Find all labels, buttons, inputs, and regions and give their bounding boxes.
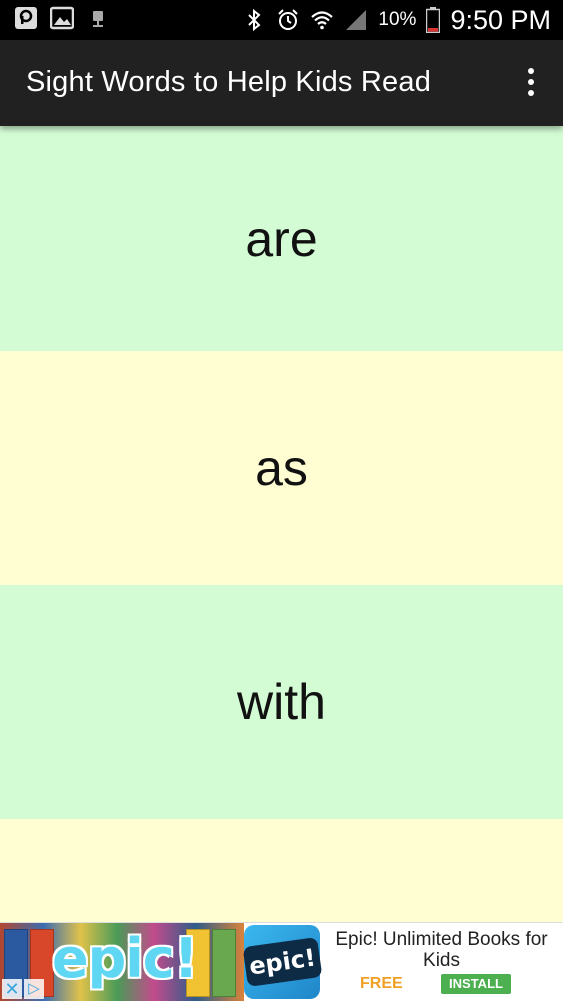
word-row[interactable]: are — [0, 126, 563, 351]
alarm-icon — [278, 9, 299, 30]
word-row[interactable]: as — [0, 351, 563, 585]
word-list[interactable]: are as with his — [0, 126, 563, 922]
usb-icon — [93, 11, 103, 27]
ad-banner[interactable]: epic! ✕ ▷ epic! Epic! Unlimited Books fo… — [0, 922, 563, 1001]
word-label: as — [255, 440, 308, 496]
status-bar-system: 10% 9:50 PM — [242, 0, 551, 40]
close-icon[interactable]: ✕ — [2, 979, 22, 999]
install-button[interactable]: INSTALL — [441, 974, 511, 994]
word-row[interactable]: his — [0, 819, 563, 922]
gallery-icon — [50, 6, 74, 30]
bluetooth-icon — [248, 8, 261, 32]
ad-app-icon-label: epic! — [242, 936, 322, 988]
word-row[interactable]: with — [0, 585, 563, 819]
ad-headline[interactable]: Epic! Unlimited Books for Kids — [320, 929, 563, 971]
status-bar: 10% 9:50 PM — [0, 0, 563, 40]
battery-icon — [426, 7, 441, 33]
clock: 9:50 PM — [450, 4, 551, 35]
ad-choices-icon[interactable]: ▷ — [24, 979, 44, 999]
word-label: are — [245, 210, 318, 267]
signal-icon — [346, 10, 367, 30]
overflow-menu-icon[interactable] — [527, 68, 535, 98]
wifi-icon — [311, 11, 334, 30]
ad-app-icon[interactable]: epic! — [242, 925, 322, 999]
app-bar: Sight Words to Help Kids Read — [0, 40, 563, 126]
battery-percent: 10% — [378, 9, 417, 30]
word-label: with — [237, 674, 326, 730]
status-bar-notifications — [14, 6, 110, 30]
ad-brand-logo: epic! — [52, 927, 198, 990]
notification-icon — [15, 7, 37, 29]
ad-price: FREE — [360, 975, 403, 992]
page-title: Sight Words to Help Kids Read — [26, 66, 432, 98]
